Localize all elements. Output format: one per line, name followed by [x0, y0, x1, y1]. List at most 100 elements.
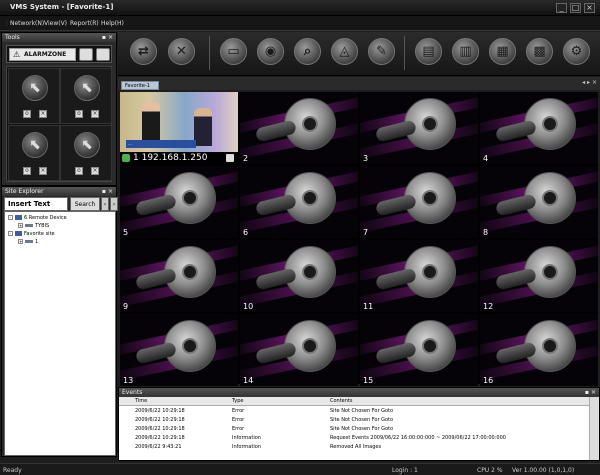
camera-tile[interactable]: 14 [240, 314, 358, 386]
tree-node-tybis[interactable]: + TYBIS [18, 223, 49, 229]
camera-tile[interactable]: 6 [240, 166, 358, 238]
alarmzone-button[interactable]: ⚠ ALARMZONE [9, 48, 76, 61]
camera-tile[interactable]: 4 [480, 92, 598, 164]
camera-tile[interactable]: 11 [360, 240, 478, 312]
device-icon[interactable] [96, 48, 110, 61]
close-icon[interactable]: × [39, 167, 47, 175]
close-icon[interactable]: × [108, 187, 113, 196]
close-button[interactable]: × [584, 3, 595, 13]
camera-tile[interactable]: 13 [120, 314, 238, 386]
camera-tile[interactable]: 12 [480, 240, 598, 312]
camera-ip-label: 1 192.168.1.250 [133, 153, 208, 163]
ptz-control-1[interactable]: ⬉ o × [8, 68, 60, 124]
pin-icon[interactable]: ▪ [585, 388, 589, 397]
minimize-button[interactable]: _ [556, 3, 567, 13]
camera-number: 13 [123, 376, 134, 385]
menu-bar: ⋮ Network(N) View(V) Report(R) Help(H) [0, 16, 600, 31]
camera-select-icon[interactable]: o [75, 167, 83, 175]
tree-label: Favorite site [24, 231, 55, 237]
expand-icon[interactable]: + [18, 239, 23, 244]
disconnect-icon[interactable]: ✕ [168, 38, 195, 65]
menu-report[interactable]: Report(R) [70, 20, 99, 27]
event-time: 2009/6/22 10:29:18 [135, 408, 185, 414]
expand-icon[interactable]: + [18, 223, 23, 228]
search-icon[interactable]: ⌕ [294, 38, 321, 65]
event-contents: Removed All Images [330, 444, 382, 450]
ptz-knob-icon[interactable]: ⬉ [22, 75, 48, 101]
camera-tile[interactable]: 10 [240, 240, 358, 312]
ptz-control-4[interactable]: ⬉ o × [60, 125, 112, 181]
close-icon[interactable]: × [108, 33, 113, 42]
event-row[interactable]: 2009/6/22 10:29:18 Information Request Eve… [119, 434, 589, 443]
camera-tile[interactable]: 9 [120, 240, 238, 312]
column-type[interactable]: Type [232, 398, 243, 404]
tree-node-favorite-1[interactable]: +1 [18, 239, 38, 245]
event-row[interactable]: 2009/6/22 9:43:21 Information Removed All … [119, 443, 589, 452]
event-row[interactable]: 2009/6/22 10:29:18 Error Site Not Chosen F… [119, 416, 589, 425]
close-icon[interactable]: × [39, 110, 47, 118]
tools-header: Tools ▪ × [2, 33, 116, 42]
camera-tile[interactable]: 5 [120, 166, 238, 238]
tab-scroll-right-icon[interactable]: › [110, 197, 118, 211]
folder-icon[interactable]: ▭ [220, 38, 247, 65]
menu-view[interactable]: View(V) [44, 20, 67, 27]
tab-search[interactable]: Search [70, 197, 100, 211]
monitor-icon [15, 215, 22, 220]
recorder-icon[interactable]: ▤ [415, 38, 442, 65]
close-icon[interactable]: × [591, 388, 596, 397]
events-scrollbar[interactable] [589, 397, 599, 460]
print-icon[interactable]: ▥ [452, 38, 479, 65]
camera-tile[interactable]: 15 [360, 314, 478, 386]
menu-help[interactable]: Help(H) [101, 20, 124, 27]
ptz-knob-icon[interactable]: ⬉ [22, 132, 48, 158]
favorite-controls[interactable]: ◂ ▸ × [582, 79, 597, 86]
pin-icon[interactable]: ▪ [102, 187, 106, 196]
close-icon[interactable]: × [91, 110, 99, 118]
camera-select-icon[interactable]: o [23, 110, 31, 118]
explorer-title: Site Explorer [5, 188, 44, 195]
grid-icon[interactable]: ▩ [526, 38, 553, 65]
menu-network[interactable]: Network(N) [10, 20, 44, 27]
tab-scroll-left-icon[interactable]: ‹ [101, 197, 109, 211]
event-row[interactable]: 2009/6/22 10:29:18 Error Site Not Chosen F… [119, 425, 589, 434]
ptz-knob-icon[interactable]: ⬉ [74, 132, 100, 158]
camera-tile[interactable]: 3 [360, 92, 478, 164]
wrench-icon[interactable]: ✎ [368, 38, 395, 65]
event-row[interactable]: 2009/6/22 10:29:18 Error Site Not Chosen F… [119, 407, 589, 416]
camera-number: 9 [123, 302, 129, 311]
map-icon[interactable]: ◬ [331, 38, 358, 65]
column-time[interactable]: Time [135, 398, 147, 404]
tree-node-favorite-site[interactable]: - Favorite site [8, 231, 55, 237]
connect-icon[interactable]: ⇄ [130, 38, 157, 65]
settings-icon[interactable]: ⚙ [563, 38, 590, 65]
camera-tile[interactable]: 2 [240, 92, 358, 164]
toolbar-separator [404, 36, 405, 70]
expand-icon[interactable]: - [8, 231, 13, 236]
column-contents[interactable]: Contents [330, 398, 353, 404]
camera-select-icon[interactable]: o [75, 110, 83, 118]
tab-insert-text[interactable]: Insert Text [4, 197, 68, 211]
tree-label: TYBIS [35, 223, 50, 229]
camera-number: 12 [483, 302, 494, 311]
video-icon[interactable]: ▦ [489, 38, 516, 65]
ptz-control-2[interactable]: ⬉ o × [60, 68, 112, 124]
pin-icon[interactable]: ▪ [102, 33, 106, 42]
tab-favorite-1[interactable]: Favorite-1 [121, 81, 159, 90]
camera-number: 5 [123, 228, 129, 237]
record-icon[interactable] [226, 154, 234, 162]
ptz-knob-icon[interactable]: ⬉ [74, 75, 100, 101]
camera-tile[interactable]: 7 [360, 166, 478, 238]
maximize-button[interactable]: □ [570, 3, 581, 13]
camera-tile[interactable]: 8 [480, 166, 598, 238]
refresh-icon[interactable] [79, 48, 93, 61]
window-title: VMS System - [Favorite-1] [10, 3, 114, 11]
camera-select-icon[interactable]: o [23, 167, 31, 175]
camera-tile[interactable]: 16 [480, 314, 598, 386]
reel-icon[interactable]: ◉ [257, 38, 284, 65]
camera-tile-live[interactable]: ... 1 192.168.1.250 [120, 92, 238, 164]
tree-node-remote-device[interactable]: - 6 Remote Device [8, 215, 67, 221]
expand-icon[interactable]: - [8, 215, 13, 220]
camera-number: 16 [483, 376, 494, 385]
ptz-control-3[interactable]: ⬉ o × [8, 125, 60, 181]
close-icon[interactable]: × [91, 167, 99, 175]
